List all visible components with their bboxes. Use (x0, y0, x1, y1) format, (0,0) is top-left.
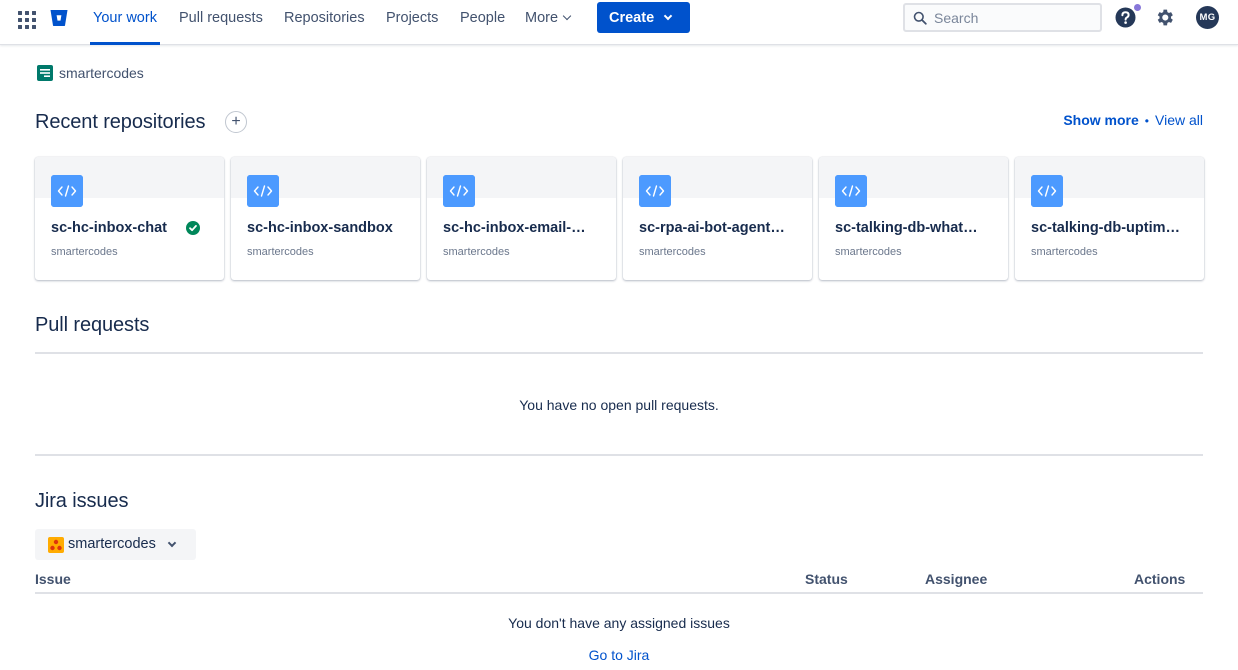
code-icon (443, 175, 475, 207)
jira-site-name: smartercodes (68, 536, 156, 552)
nav-repositories[interactable]: Repositories (284, 0, 365, 45)
nav-more[interactable]: More (525, 0, 572, 45)
repo-card[interactable]: sc-hc-inbox-sandbox smartercodes (231, 157, 420, 280)
column-header-actions: Actions (1134, 571, 1186, 587)
repo-name[interactable]: sc-talking-db-whatsa… (835, 220, 985, 236)
avatar[interactable]: MG (1196, 6, 1219, 29)
build-success-icon (186, 221, 200, 235)
separator: • (1144, 114, 1149, 128)
recent-repositories-grid: sc-hc-inbox-chat smartercodes sc-hc-inbo… (35, 157, 1204, 280)
chevron-down-icon (663, 11, 673, 21)
nav-people[interactable]: People (460, 0, 505, 45)
repo-card[interactable]: sc-rpa-ai-bot-agent-vdi smartercodes (623, 157, 812, 280)
repo-card[interactable]: sc-hc-inbox-chat smartercodes (35, 157, 224, 280)
jira-issues-title: Jira issues (35, 490, 129, 512)
column-header-assignee: Assignee (925, 571, 988, 587)
workspace-icon (37, 65, 53, 81)
code-icon (835, 175, 867, 207)
nav-pull-requests[interactable]: Pull requests (179, 0, 263, 45)
view-all-link[interactable]: View all (1155, 112, 1203, 128)
show-more-link[interactable]: Show more (1063, 112, 1138, 128)
code-icon (1031, 175, 1063, 207)
notification-dot (1134, 4, 1141, 11)
repo-workspace: smartercodes (1031, 246, 1098, 258)
top-navigation: Your work Pull requests Repositories Pro… (0, 0, 1238, 45)
workspace-link[interactable]: smartercodes (37, 64, 144, 82)
repo-card[interactable]: sc-talking-db-whatsa… smartercodes (819, 157, 1008, 280)
chevron-down-icon (167, 538, 177, 548)
code-icon (247, 175, 279, 207)
recent-repositories-title: Recent repositories (35, 111, 206, 133)
add-repository-button[interactable]: + (225, 111, 247, 133)
repo-name[interactable]: sc-hc-inbox-chat (51, 220, 201, 236)
repo-name[interactable]: sc-talking-db-uptime-… (1031, 220, 1181, 236)
nav-projects[interactable]: Projects (386, 0, 438, 45)
divider (35, 352, 1203, 354)
repo-card[interactable]: sc-talking-db-uptime-… smartercodes (1015, 157, 1204, 280)
code-icon (639, 175, 671, 207)
workspace-name: smartercodes (59, 65, 144, 81)
app-switcher-icon[interactable] (16, 9, 36, 29)
pull-requests-title: Pull requests (35, 314, 150, 336)
nav-your-work[interactable]: Your work (90, 0, 160, 45)
divider (35, 592, 1203, 594)
repo-name[interactable]: sc-rpa-ai-bot-agent-vdi (639, 220, 789, 236)
search-box[interactable] (903, 3, 1102, 32)
no-pull-requests-message: You have no open pull requests. (519, 397, 719, 413)
repo-workspace: smartercodes (51, 246, 118, 258)
repo-name[interactable]: sc-hc-inbox-email-ext… (443, 220, 593, 236)
repo-workspace: smartercodes (639, 246, 706, 258)
divider (35, 454, 1203, 456)
code-icon (51, 175, 83, 207)
help-icon[interactable] (1115, 7, 1136, 28)
no-issues-message: You don't have any assigned issues (508, 615, 730, 631)
column-header-status: Status (805, 571, 848, 587)
bitbucket-logo-icon[interactable] (49, 8, 69, 28)
chevron-down-icon (562, 11, 572, 21)
gear-icon[interactable] (1154, 7, 1175, 28)
repo-workspace: smartercodes (443, 246, 510, 258)
search-icon (913, 11, 927, 25)
search-input[interactable] (934, 8, 1094, 27)
jira-site-selector[interactable]: smartercodes (35, 529, 196, 560)
column-header-issue: Issue (35, 571, 71, 587)
repo-name[interactable]: sc-hc-inbox-sandbox (247, 220, 397, 236)
repo-workspace: smartercodes (247, 246, 314, 258)
repo-card[interactable]: sc-hc-inbox-email-ext… smartercodes (427, 157, 616, 280)
repo-links: Show more • View all (1063, 112, 1203, 128)
create-button[interactable]: Create (597, 2, 690, 33)
go-to-jira-link[interactable]: Go to Jira (35, 647, 1203, 663)
repo-workspace: smartercodes (835, 246, 902, 258)
jira-site-icon (48, 537, 64, 553)
